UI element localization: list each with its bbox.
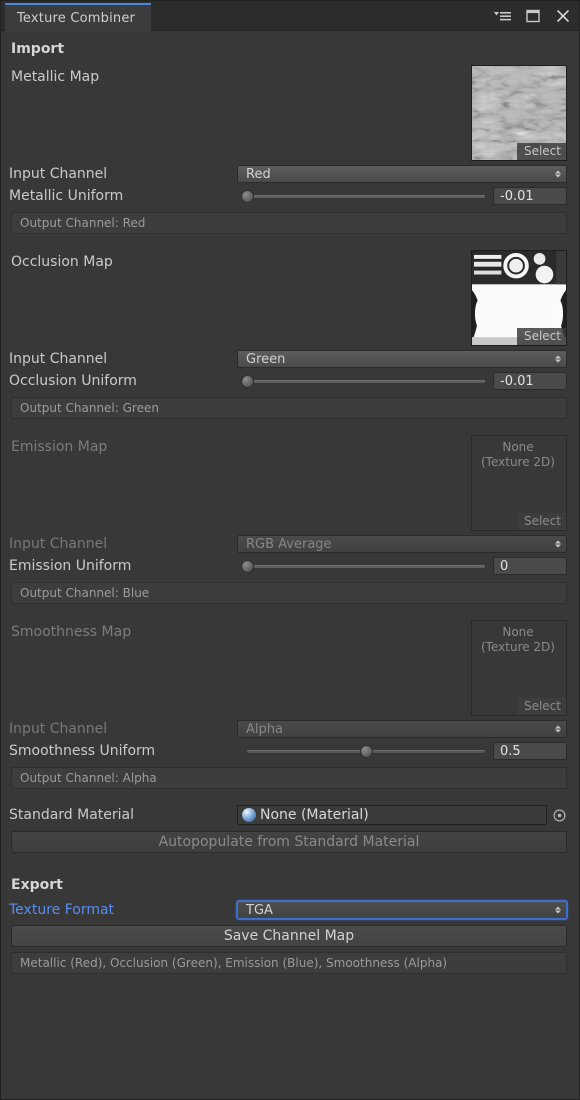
output-channel-emission: Output Channel: Blue <box>11 582 567 604</box>
standard-material-label: Standard Material <box>9 807 237 823</box>
chevron-updown-icon <box>555 171 561 178</box>
uniform-row-smoothness: Smoothness Uniform 0.5 <box>9 740 571 762</box>
thumbnail-none-label-smoothness: None(Texture 2D) <box>472 625 564 655</box>
tab-texture-combiner[interactable]: Texture Combiner <box>5 3 151 31</box>
texture-thumbnail-emission[interactable]: None(Texture 2D) Select <box>471 435 567 531</box>
input-channel-dropdown-emission[interactable]: RGB Average <box>237 535 567 553</box>
texture-thumbnail-metallic[interactable]: Select <box>471 65 567 161</box>
map-title-smoothness: Smoothness Map <box>11 624 131 640</box>
save-channel-map-button[interactable]: Save Channel Map <box>11 925 567 947</box>
input-channel-dropdown-metallic[interactable]: Red <box>237 165 567 183</box>
slider-track <box>247 565 485 568</box>
map-block-emission: Emission Map None(Texture 2D) Select <box>9 433 571 533</box>
uniform-value-field-smoothness[interactable]: 0.5 <box>493 742 567 760</box>
input-channel-value-smoothness: Alpha <box>246 722 283 737</box>
slider-handle[interactable] <box>360 745 373 758</box>
export-heading: Export <box>11 877 571 893</box>
map-title-occlusion: Occlusion Map <box>11 254 113 270</box>
output-channel-smoothness: Output Channel: Alpha <box>11 767 567 789</box>
texture-format-value: TGA <box>246 903 273 918</box>
slider-track <box>247 380 485 383</box>
slider-handle[interactable] <box>241 375 254 388</box>
uniform-value-field-emission[interactable]: 0 <box>493 557 567 575</box>
map-block-occlusion: Occlusion Map <box>9 248 571 348</box>
material-sphere-icon <box>242 808 256 822</box>
map-block-metallic: Metallic Map <box>9 63 571 163</box>
uniform-label-emission: Emission Uniform <box>9 558 237 574</box>
uniform-row-occlusion: Occlusion Uniform -0.01 <box>9 370 571 392</box>
import-heading: Import <box>11 41 571 57</box>
uniform-slider-smoothness[interactable] <box>237 742 493 760</box>
map-title-emission: Emission Map <box>11 439 107 455</box>
standard-material-row: Standard Material None (Material) <box>9 803 571 827</box>
texture-combiner-window: Texture Combiner <box>0 0 580 1100</box>
uniform-slider-occlusion[interactable] <box>237 372 493 390</box>
slider-handle[interactable] <box>241 190 254 203</box>
texture-thumbnail-occlusion[interactable]: Select <box>471 250 567 346</box>
window-content: Import Metallic Map <box>1 41 579 974</box>
input-channel-value-metallic: Red <box>246 167 271 182</box>
input-channel-label-metallic: Input Channel <box>9 166 237 182</box>
object-picker-icon[interactable] <box>547 809 571 822</box>
texture-thumbnail-smoothness[interactable]: None(Texture 2D) Select <box>471 620 567 716</box>
window-titlebar: Texture Combiner <box>1 1 579 31</box>
input-channel-value-occlusion: Green <box>246 352 285 367</box>
texture-format-dropdown[interactable]: TGA <box>237 901 567 919</box>
input-channel-label-smoothness: Input Channel <box>9 721 237 737</box>
input-channel-row-occlusion: Input Channel Green <box>9 348 571 370</box>
uniform-label-metallic: Metallic Uniform <box>9 188 237 204</box>
input-channel-label-emission: Input Channel <box>9 536 237 552</box>
menu-icon[interactable] <box>493 6 513 26</box>
texture-format-label: Texture Format <box>9 902 237 918</box>
maximize-icon[interactable] <box>523 6 543 26</box>
slider-handle[interactable] <box>241 560 254 573</box>
input-channel-row-metallic: Input Channel Red <box>9 163 571 185</box>
thumbnail-select-button-metallic[interactable]: Select <box>517 143 566 160</box>
input-channel-dropdown-smoothness[interactable]: Alpha <box>237 720 567 738</box>
thumbnail-select-button-emission[interactable]: Select <box>517 513 566 530</box>
slider-track <box>247 195 485 198</box>
export-summary: Metallic (Red), Occlusion (Green), Emiss… <box>11 952 567 974</box>
thumbnail-select-button-occlusion[interactable]: Select <box>517 328 566 345</box>
chevron-updown-icon <box>555 907 561 914</box>
titlebar-buttons <box>493 1 573 31</box>
input-channel-label-occlusion: Input Channel <box>9 351 237 367</box>
uniform-value-field-metallic[interactable]: -0.01 <box>493 187 567 205</box>
standard-material-field[interactable]: None (Material) <box>237 805 547 825</box>
standard-material-value: None (Material) <box>260 807 369 823</box>
uniform-slider-metallic[interactable] <box>237 187 493 205</box>
input-channel-value-emission: RGB Average <box>246 537 332 552</box>
input-channel-row-emission: Input Channel RGB Average <box>9 533 571 555</box>
map-block-smoothness: Smoothness Map None(Texture 2D) Select <box>9 618 571 718</box>
map-title-metallic: Metallic Map <box>11 69 99 85</box>
input-channel-dropdown-occlusion[interactable]: Green <box>237 350 567 368</box>
output-channel-occlusion: Output Channel: Green <box>11 397 567 419</box>
thumbnail-select-button-smoothness[interactable]: Select <box>517 698 566 715</box>
close-icon[interactable] <box>553 6 573 26</box>
uniform-label-occlusion: Occlusion Uniform <box>9 373 237 389</box>
output-channel-metallic: Output Channel: Red <box>11 212 567 234</box>
input-channel-row-smoothness: Input Channel Alpha <box>9 718 571 740</box>
uniform-row-metallic: Metallic Uniform -0.01 <box>9 185 571 207</box>
texture-format-row: Texture Format TGA <box>9 899 571 921</box>
uniform-row-emission: Emission Uniform 0 <box>9 555 571 577</box>
uniform-slider-emission[interactable] <box>237 557 493 575</box>
uniform-label-smoothness: Smoothness Uniform <box>9 743 237 759</box>
chevron-updown-icon <box>555 356 561 363</box>
autopopulate-button[interactable]: Autopopulate from Standard Material <box>11 831 567 853</box>
uniform-value-field-occlusion[interactable]: -0.01 <box>493 372 567 390</box>
tab-label: Texture Combiner <box>17 11 135 26</box>
chevron-updown-icon <box>555 541 561 548</box>
thumbnail-none-label-emission: None(Texture 2D) <box>472 440 564 470</box>
chevron-updown-icon <box>555 726 561 733</box>
